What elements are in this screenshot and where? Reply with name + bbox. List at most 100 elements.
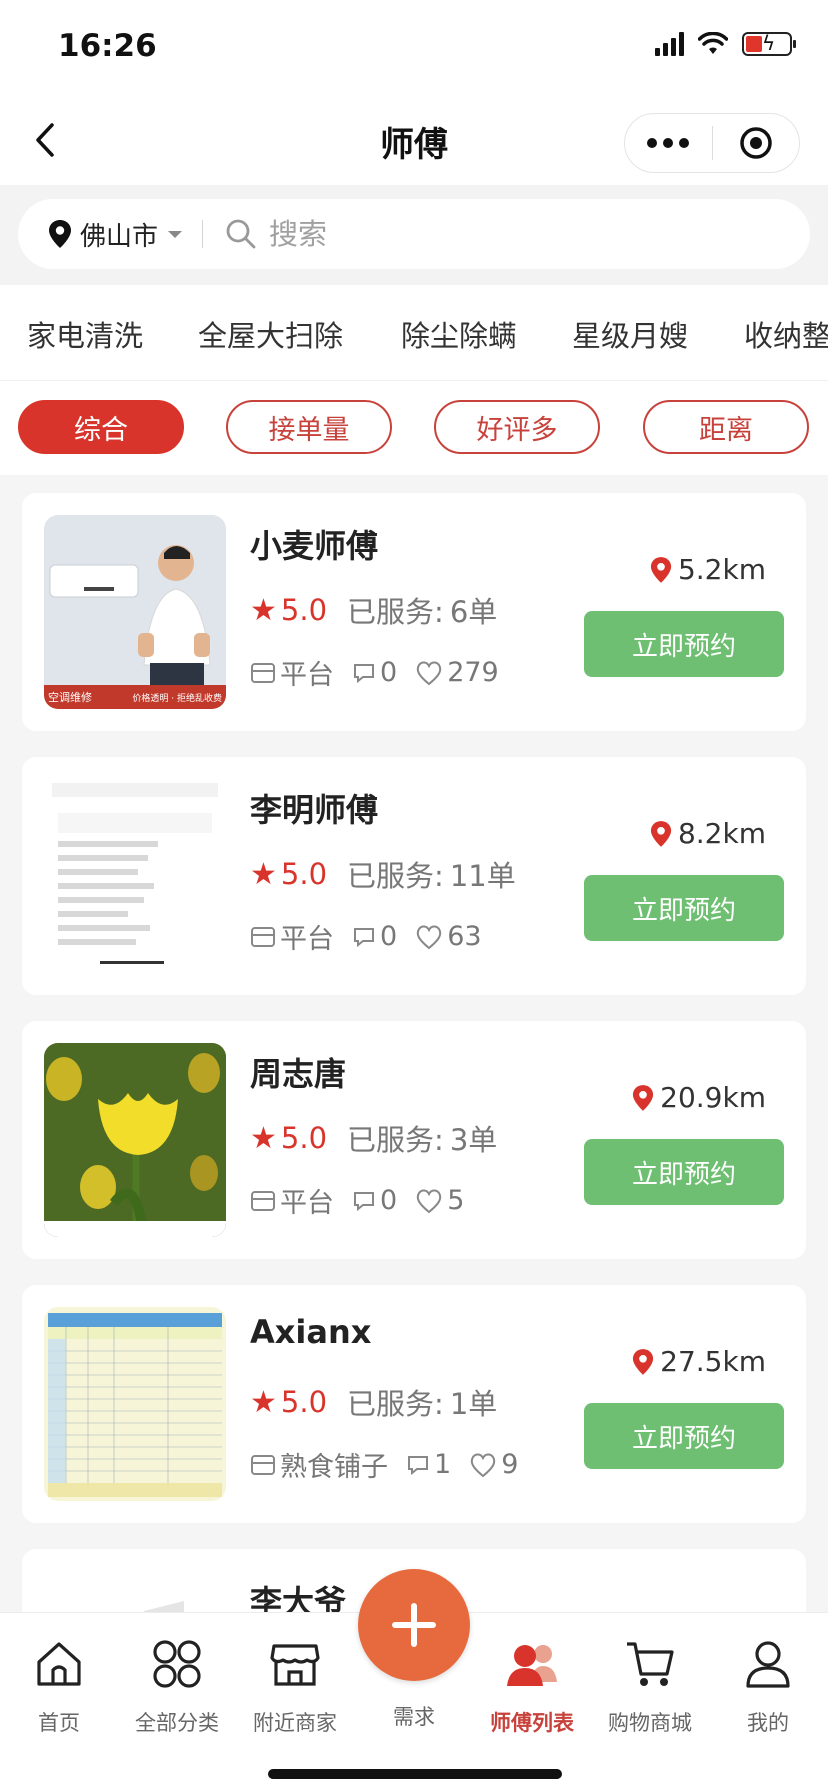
more-button[interactable] — [625, 114, 712, 172]
battery-icon: ϟ — [742, 31, 796, 56]
add-demand-button[interactable] — [358, 1569, 470, 1681]
tab-label: 师傅列表 — [490, 1711, 574, 1735]
tab-label: 我的 — [747, 1711, 789, 1735]
store-icon — [251, 662, 275, 683]
search-box: 佛山市 — [18, 199, 810, 269]
rating-row: ★ 5.0 已服务: 11单 — [250, 853, 516, 895]
search-area: 佛山市 — [0, 185, 828, 285]
like-count: 279 — [447, 657, 499, 688]
more-dots-icon — [647, 138, 690, 148]
distance: 8.2km — [650, 817, 766, 850]
rating-value: 5.0 — [280, 1385, 328, 1419]
search-input[interactable] — [269, 217, 770, 251]
target-circle-icon — [740, 127, 772, 159]
category-item[interactable]: 收纳整 — [744, 313, 828, 355]
tulip-photo — [44, 1043, 226, 1237]
filter-composite[interactable]: 综合 — [18, 400, 184, 454]
heart-icon — [470, 1453, 496, 1477]
category-bar: 家电清洗 全屋大扫除 除尘除螨 星级月嫂 收纳整 — [0, 285, 828, 380]
tab-mine[interactable]: 我的 — [709, 1633, 827, 1737]
store-icon — [251, 1454, 275, 1475]
master-avatar — [44, 779, 226, 973]
mini-program-capsule — [624, 113, 800, 173]
tab-home[interactable]: 首页 — [0, 1633, 118, 1737]
served-label: 已服务: — [347, 595, 444, 629]
tab-master-list[interactable]: 师傅列表 — [473, 1633, 591, 1737]
served-count: 11单 — [449, 859, 516, 893]
plus-icon — [392, 1603, 436, 1647]
status-time: 16:26 — [58, 28, 157, 64]
master-card[interactable]: 李明师傅 ★ 5.0 已服务: 11单 平台 0 63 8.2km 立即预约 — [22, 757, 806, 995]
close-miniprogram-button[interactable] — [713, 114, 800, 172]
distance-value: 8.2km — [677, 817, 766, 850]
source-label: 熟食铺子 — [280, 1452, 388, 1483]
master-avatar — [44, 1043, 226, 1237]
category-item[interactable]: 家电清洗 — [27, 313, 143, 355]
distance-value: 20.9km — [660, 1081, 766, 1114]
served-label: 已服务: — [347, 859, 444, 893]
bottom-tab-bar: 首页 全部分类 附近商家 需求 师傅列表 购物商城 我的 — [0, 1569, 828, 1792]
rating-value: 5.0 — [280, 1121, 328, 1155]
city-selector[interactable]: 佛山市 — [18, 199, 202, 269]
category-item[interactable]: 全屋大扫除 — [198, 313, 343, 355]
rating-row: ★ 5.0 已服务: 6单 — [250, 589, 497, 631]
master-name: 李明师傅 — [250, 791, 379, 829]
category-item[interactable]: 除尘除螨 — [401, 313, 517, 355]
shop-icon — [270, 1644, 320, 1686]
location-pin-icon — [633, 1084, 654, 1111]
filter-bar: 综合 接单量 好评多 距离 — [0, 380, 828, 475]
status-icons: ϟ — [655, 31, 796, 56]
distance: 20.9km — [632, 1081, 766, 1114]
master-name: 周志唐 — [250, 1055, 347, 1093]
source-label: 平台 — [280, 924, 334, 955]
meta-row: 平台 0 5 — [250, 1181, 464, 1220]
tab-label: 全部分类 — [135, 1711, 219, 1735]
master-card[interactable]: 空调维修 价格透明 · 拒绝乱收费 小麦师傅 ★ 5.0 已服务: 6单 平台 … — [22, 493, 806, 731]
master-name: 小麦师傅 — [250, 527, 379, 565]
tab-demand[interactable]: 需求 — [355, 1701, 473, 1731]
distance-value: 5.2km — [677, 553, 766, 586]
tab-label: 首页 — [38, 1711, 80, 1735]
book-now-button[interactable]: 立即预约 — [584, 611, 784, 677]
location-pin-icon — [650, 820, 672, 847]
comment-count: 1 — [434, 1449, 452, 1480]
thumb-caption: 空调维修 — [48, 691, 92, 704]
book-now-button[interactable]: 立即预约 — [584, 1139, 784, 1205]
rating-row: ★ 5.0 已服务: 3单 — [250, 1117, 497, 1159]
tab-shopping-mall[interactable]: 购物商城 — [591, 1633, 709, 1737]
rating-row: ★ 5.0 已服务: 1单 — [250, 1381, 497, 1423]
category-item[interactable]: 星级月嫂 — [572, 313, 688, 355]
wifi-icon — [698, 32, 728, 54]
distance: 5.2km — [650, 553, 766, 586]
filter-distance[interactable]: 距离 — [643, 400, 809, 454]
master-card[interactable]: Axianx ★ 5.0 已服务: 1单 熟食铺子 1 9 27.5km 立即预… — [22, 1285, 806, 1523]
location-pin-icon — [49, 220, 71, 248]
heart-icon — [416, 1189, 442, 1213]
ac-repair-photo — [44, 515, 226, 709]
book-now-button[interactable]: 立即预约 — [584, 875, 784, 941]
spreadsheet-thumb — [44, 1307, 226, 1501]
star-icon: ★ — [250, 1384, 277, 1420]
nav-bar: 师傅 — [0, 95, 828, 185]
filter-good-reviews[interactable]: 好评多 — [434, 400, 600, 454]
master-card[interactable]: 周志唐 ★ 5.0 已服务: 3单 平台 0 5 20.9km 立即预约 — [22, 1021, 806, 1259]
rating-value: 5.0 — [280, 857, 328, 891]
city-label: 佛山市 — [80, 221, 159, 252]
meta-row: 平台 0 279 — [250, 653, 499, 692]
served-count: 1单 — [449, 1387, 498, 1421]
source-label: 平台 — [280, 660, 334, 691]
meta-row: 熟食铺子 1 9 — [250, 1445, 518, 1484]
app-screenshot-thumb — [44, 779, 226, 973]
location-pin-icon — [650, 556, 672, 583]
people-icon — [507, 1645, 557, 1686]
rating-value: 5.0 — [280, 593, 328, 627]
source-label: 平台 — [280, 1188, 334, 1219]
star-icon: ★ — [250, 1120, 277, 1156]
like-count: 9 — [501, 1449, 519, 1480]
user-icon — [746, 1641, 790, 1688]
filter-order-count[interactable]: 接单量 — [226, 400, 392, 454]
tab-nearby-shops[interactable]: 附近商家 — [236, 1633, 354, 1737]
tab-all-categories[interactable]: 全部分类 — [118, 1633, 236, 1737]
star-icon: ★ — [250, 856, 277, 892]
book-now-button[interactable]: 立即预约 — [584, 1403, 784, 1469]
